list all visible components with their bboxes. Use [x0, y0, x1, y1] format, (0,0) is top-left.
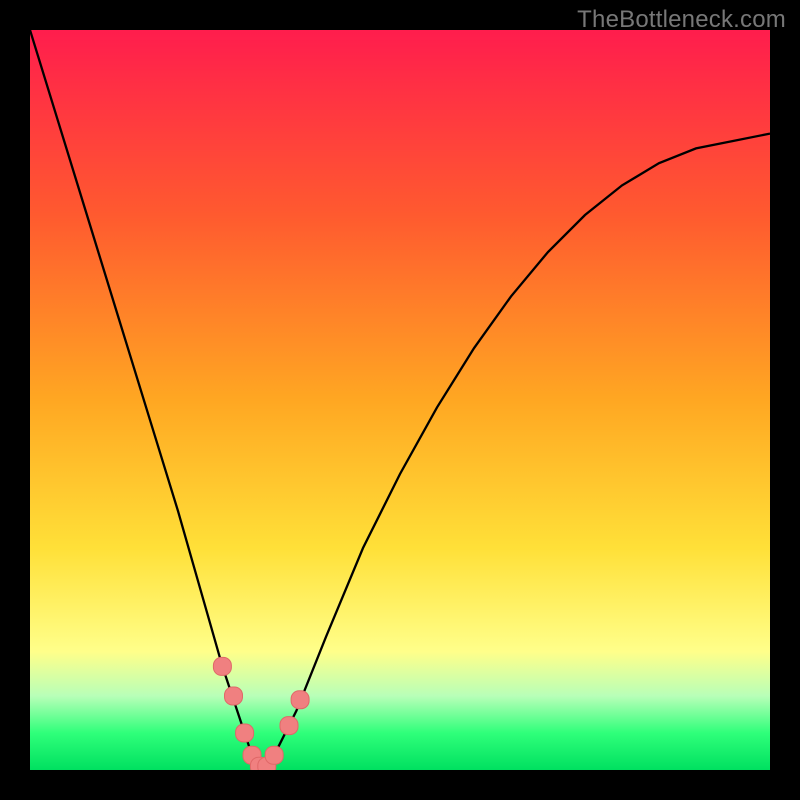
curve-marker — [213, 657, 231, 675]
watermark-text: TheBottleneck.com — [577, 6, 786, 34]
curve-marker — [265, 746, 283, 764]
curve-marker — [236, 724, 254, 742]
gradient-background — [30, 30, 770, 770]
curve-marker — [291, 691, 309, 709]
chart-frame: TheBottleneck.com — [0, 0, 800, 800]
curve-marker — [225, 687, 243, 705]
bottleneck-chart — [30, 30, 770, 770]
curve-marker — [280, 717, 298, 735]
